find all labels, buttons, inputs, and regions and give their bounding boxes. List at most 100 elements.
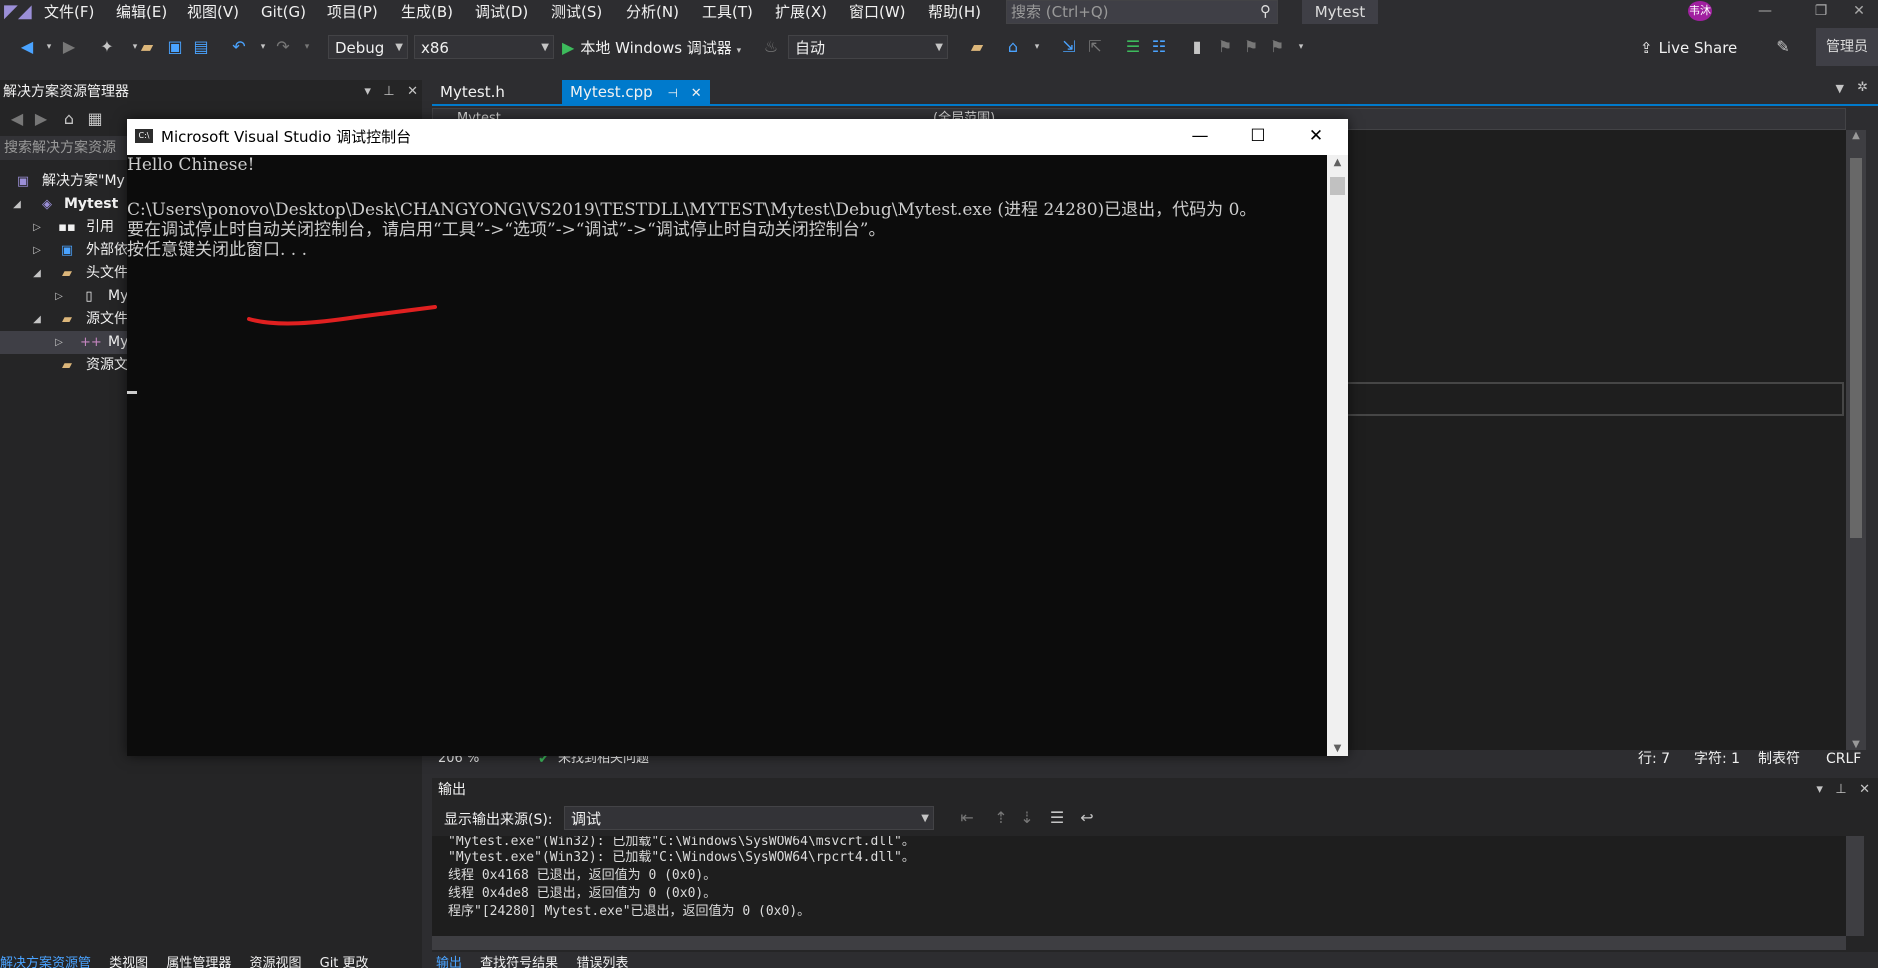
find-in-files-icon[interactable]: ▰ <box>966 36 988 58</box>
back-icon[interactable]: ◀ <box>16 36 38 58</box>
minimize-icon[interactable]: — <box>1742 0 1788 24</box>
tab-resource-view[interactable]: 资源视图 <box>249 956 301 968</box>
quick-search-box[interactable]: ⚲ <box>1006 0 1278 24</box>
configuration-select[interactable]: Debug ▼ <box>328 35 408 59</box>
clear-all-icon[interactable]: ☰ <box>1046 807 1068 829</box>
save-all-icon[interactable]: ▤ <box>190 36 212 58</box>
collapsed-arrow-icon[interactable]: ▷ <box>30 239 44 262</box>
prev-bookmark-icon[interactable]: ⚑ <box>1214 36 1236 58</box>
output-text-area[interactable]: "Mytest.exe"(Win32): 已加载"C:\Windows\SysW… <box>432 836 1846 936</box>
start-debugging-button[interactable]: ▶ 本地 Windows 调试器 ▾ <box>562 36 741 60</box>
scroll-down-icon[interactable]: ▼ <box>1327 743 1348 754</box>
open-folder-icon[interactable]: ▰ <box>136 36 158 58</box>
tab-solution-explorer[interactable]: 解决方案资源管 <box>0 956 91 968</box>
next-message-icon[interactable]: ⇣ <box>1016 807 1038 829</box>
menu-debug[interactable]: 调试(D) <box>475 1 528 23</box>
scroll-down-icon[interactable]: ▼ <box>1846 739 1866 750</box>
redo-icon[interactable]: ↷ <box>272 36 294 58</box>
chevron-down-icon[interactable]: ▾ <box>296 36 318 58</box>
browser-icon[interactable]: ⌂ <box>1002 36 1024 58</box>
collapsed-arrow-icon[interactable]: ▷ <box>52 285 66 308</box>
step-icon[interactable]: ⇲ <box>1058 36 1080 58</box>
menu-project[interactable]: 项目(P) <box>327 1 378 23</box>
collapsed-arrow-icon[interactable]: ▷ <box>52 331 66 354</box>
menu-tools[interactable]: 工具(T) <box>702 1 753 23</box>
forward-icon[interactable]: ▶ <box>58 36 80 58</box>
scroll-up-icon[interactable]: ▲ <box>1846 130 1866 141</box>
find-message-icon[interactable]: ⇤ <box>956 807 978 829</box>
feedback-icon[interactable]: ✎ <box>1772 36 1794 58</box>
close-icon[interactable]: ✕ <box>1859 782 1870 797</box>
menu-analyze[interactable]: 分析(N) <box>626 1 679 23</box>
close-icon[interactable]: ✕ <box>691 86 702 101</box>
platform-select[interactable]: x86 ▼ <box>414 35 554 59</box>
expanded-arrow-icon[interactable]: ◢ <box>10 193 24 216</box>
output-scrollbar[interactable] <box>1846 836 1864 936</box>
editor-scrollbar[interactable]: ▲ ▼ <box>1846 130 1866 750</box>
new-project-icon[interactable]: ✦ <box>96 36 118 58</box>
chevron-down-icon[interactable]: ▾ <box>38 36 60 58</box>
menu-test[interactable]: 测试(S) <box>551 1 602 23</box>
forward-icon[interactable]: ▶ <box>30 108 52 130</box>
chevron-down-icon[interactable]: ▾ <box>252 36 274 58</box>
bookmark-icon[interactable]: ▮ <box>1186 36 1208 58</box>
chevron-down-icon[interactable]: ▾ <box>364 84 371 99</box>
quick-search-input[interactable] <box>1011 1 1241 23</box>
scrollbar-thumb[interactable] <box>1850 158 1862 538</box>
chevron-down-icon[interactable]: ▾ <box>1290 36 1312 58</box>
clear-bookmarks-icon[interactable]: ⚑ <box>1266 36 1288 58</box>
pin-icon[interactable]: ⊥ <box>383 84 394 99</box>
indent-icon[interactable]: ☰ <box>1122 36 1144 58</box>
outdent-icon[interactable]: ☷ <box>1148 36 1170 58</box>
pin-icon[interactable]: ⊣ <box>667 86 677 100</box>
tab-git-changes[interactable]: Git 更改 <box>320 956 369 968</box>
close-icon[interactable]: ✕ <box>1287 119 1345 155</box>
chevron-down-icon[interactable]: ▾ <box>1026 36 1048 58</box>
undo-icon[interactable]: ↶ <box>228 36 250 58</box>
word-wrap-icon[interactable]: ↩ <box>1076 807 1098 829</box>
chevron-down-icon[interactable]: ▾ <box>1816 782 1823 797</box>
console-scrollbar[interactable]: ▲ ▼ <box>1327 155 1348 756</box>
indent-mode[interactable]: 制表符 <box>1758 750 1800 768</box>
tab-output[interactable]: 输出 <box>436 956 462 968</box>
minimize-icon[interactable]: — <box>1171 119 1229 155</box>
close-icon[interactable]: ✕ <box>1840 0 1878 24</box>
scroll-up-icon[interactable]: ▲ <box>1327 157 1348 168</box>
hot-reload-icon[interactable]: ♨ <box>760 36 782 58</box>
tab-mytest-cpp[interactable]: Mytest.cpp ⊣ ✕ <box>562 80 710 104</box>
tab-list-icon[interactable]: ▼ <box>1836 82 1844 95</box>
gear-icon[interactable]: ✲ <box>1857 80 1868 95</box>
maximize-icon[interactable]: ☐ <box>1229 119 1287 155</box>
output-hscrollbar[interactable] <box>432 936 1846 950</box>
restore-icon[interactable]: ❐ <box>1798 0 1844 24</box>
menu-view[interactable]: 视图(V) <box>187 1 239 23</box>
target-select[interactable]: 自动 ▼ <box>788 35 948 59</box>
expanded-arrow-icon[interactable]: ◢ <box>30 262 44 285</box>
output-source-select[interactable]: 调试 ▼ <box>564 806 934 830</box>
tab-class-view[interactable]: 类视图 <box>109 956 148 968</box>
menu-edit[interactable]: 编辑(E) <box>116 1 167 23</box>
live-share-button[interactable]: ⇪ Live Share <box>1640 36 1737 60</box>
line-ending[interactable]: CRLF <box>1826 750 1861 768</box>
menu-build[interactable]: 生成(B) <box>401 1 453 23</box>
tab-property-manager[interactable]: 属性管理器 <box>166 956 231 968</box>
save-icon[interactable]: ▣ <box>164 36 186 58</box>
scrollbar-thumb[interactable] <box>1330 177 1345 195</box>
home-icon[interactable]: ⌂ <box>58 108 80 130</box>
expanded-arrow-icon[interactable]: ◢ <box>30 308 44 331</box>
switch-view-icon[interactable]: ▦ <box>84 108 106 130</box>
menu-window[interactable]: 窗口(W) <box>849 1 906 23</box>
avatar[interactable]: 韦沐 <box>1688 1 1712 21</box>
close-icon[interactable]: ✕ <box>407 84 418 99</box>
back-icon[interactable]: ◀ <box>6 108 28 130</box>
next-bookmark-icon[interactable]: ⚑ <box>1240 36 1262 58</box>
menu-file[interactable]: 文件(F) <box>44 1 94 23</box>
prev-message-icon[interactable]: ⇡ <box>990 807 1012 829</box>
tab-find-symbol-results[interactable]: 查找符号结果 <box>480 956 558 968</box>
step-disabled-icon[interactable]: ⇱ <box>1084 36 1106 58</box>
tab-mytest-h[interactable]: Mytest.h <box>432 80 513 104</box>
menu-git[interactable]: Git(G) <box>261 1 306 23</box>
console-title-bar[interactable]: C:\ Microsoft Visual Studio 调试控制台 — ☐ ✕ <box>127 119 1348 155</box>
tab-error-list[interactable]: 错误列表 <box>576 956 628 968</box>
console-output[interactable]: Hello Chinese! C:\Users\ponovo\Desktop\D… <box>127 155 1327 756</box>
